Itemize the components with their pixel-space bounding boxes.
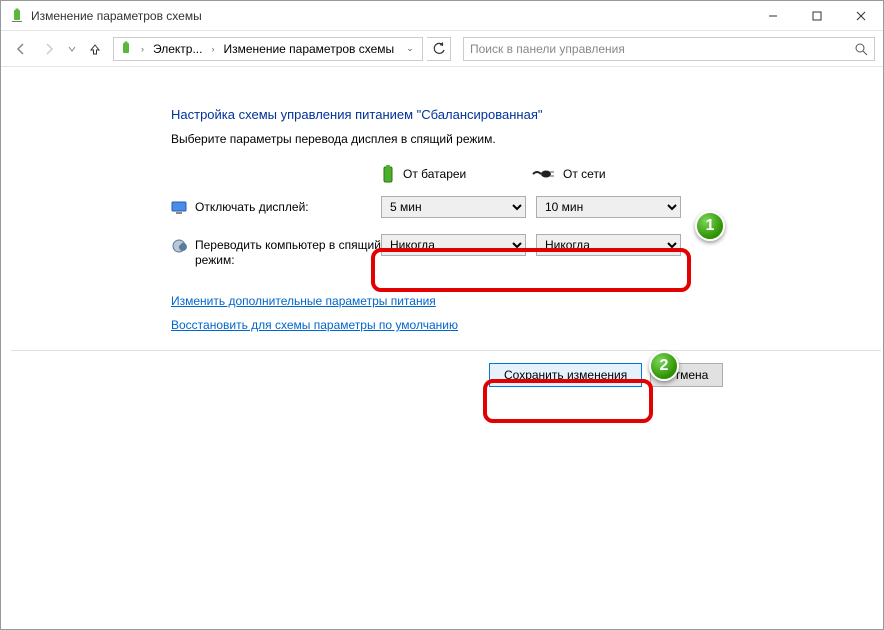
columns-header: От батареи От сети (381, 164, 731, 184)
advanced-settings-link[interactable]: Изменить дополнительные параметры питани… (171, 294, 731, 308)
navbar: › Электр... › Изменение параметров схемы… (1, 31, 883, 67)
page-title: Настройка схемы управления питанием "Сба… (171, 107, 731, 122)
maximize-button[interactable] (795, 1, 839, 31)
back-button[interactable] (9, 37, 33, 61)
ac-column-header: От сети (531, 164, 681, 184)
ac-column-label: От сети (563, 167, 606, 181)
search-icon[interactable] (854, 42, 868, 56)
chevron-down-icon[interactable]: ⌄ (402, 43, 418, 54)
page-subtitle: Выберите параметры перевода дисплея в сп… (171, 132, 731, 146)
annotation-callout-2: 2 (649, 351, 679, 381)
breadcrumb-item[interactable]: Электр... (151, 42, 204, 56)
up-button[interactable] (83, 37, 107, 61)
sleep-icon (171, 238, 187, 254)
display-off-row: Отключать дисплей: 5 мин 10 мин (171, 196, 731, 226)
chevron-right-icon: › (138, 44, 147, 54)
titlebar: Изменение параметров схемы (1, 1, 883, 31)
battery-column-header: От батареи (381, 164, 531, 184)
search-box[interactable] (463, 37, 875, 61)
sleep-row: Переводить компьютер в спящий режим: Ник… (171, 234, 731, 268)
display-off-battery-select[interactable]: 5 мин (381, 196, 526, 218)
close-button[interactable] (839, 1, 883, 31)
minimize-button[interactable] (751, 1, 795, 31)
refresh-button[interactable] (427, 37, 451, 61)
sleep-ac-select[interactable]: Никогда (536, 234, 681, 256)
display-off-label: Отключать дисплей: (195, 196, 381, 215)
plug-icon (531, 168, 555, 180)
window-title: Изменение параметров схемы (31, 9, 202, 23)
display-icon (171, 200, 187, 216)
search-input[interactable] (470, 42, 854, 56)
battery-icon (381, 164, 395, 184)
display-off-ac-select[interactable]: 10 мин (536, 196, 681, 218)
recent-dropdown[interactable] (65, 37, 79, 61)
battery-column-label: От батареи (403, 167, 466, 181)
chevron-right-icon: › (208, 44, 217, 54)
separator (11, 350, 881, 351)
sleep-battery-select[interactable]: Никогда (381, 234, 526, 256)
power-options-icon (9, 8, 25, 24)
breadcrumb[interactable]: › Электр... › Изменение параметров схемы… (113, 37, 423, 61)
breadcrumb-item[interactable]: Изменение параметров схемы (221, 42, 396, 56)
annotation-callout-1: 1 (695, 211, 725, 241)
power-options-icon (118, 41, 134, 57)
save-button[interactable]: Сохранить изменения (489, 363, 642, 387)
sleep-label: Переводить компьютер в спящий режим: (195, 234, 381, 268)
restore-defaults-link[interactable]: Восстановить для схемы параметры по умол… (171, 318, 731, 332)
forward-button[interactable] (37, 37, 61, 61)
